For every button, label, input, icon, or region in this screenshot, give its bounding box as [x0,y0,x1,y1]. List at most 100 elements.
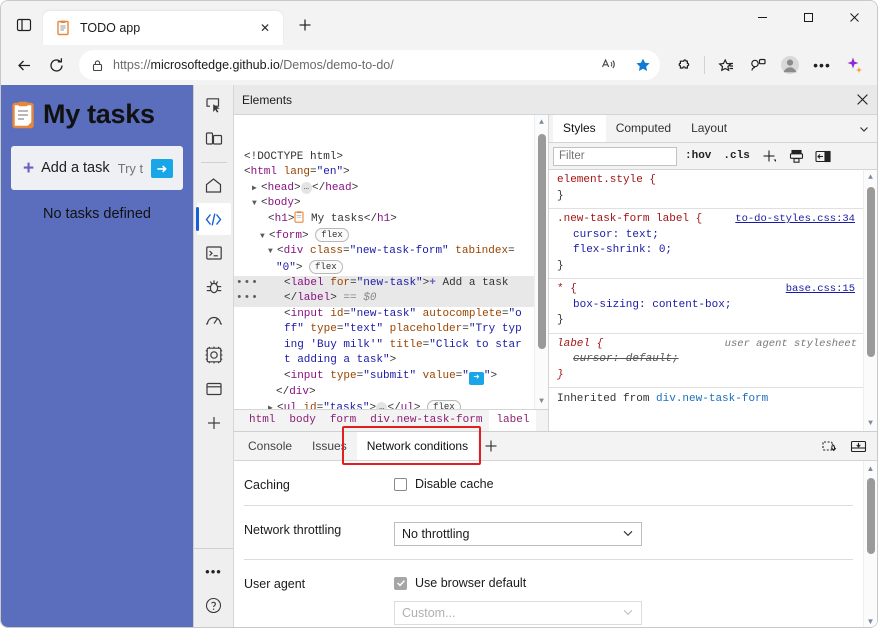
styles-tab-styles[interactable]: Styles [553,115,606,142]
element-classes-cls-button[interactable]: .cls [719,150,753,162]
favorite-star-icon[interactable] [630,52,656,78]
new-task-label[interactable]: + Add a task [23,159,110,178]
dom-node-line[interactable]: <h1> My tasks</h1> [234,211,548,227]
dom-node-line[interactable]: <input id="new-task" autocomplete="o [234,307,548,322]
checkbox-input[interactable] [394,477,407,491]
checkbox-row[interactable]: Use browser default [394,576,853,590]
expand-triangle-closed-icon[interactable]: ▶ [268,401,277,409]
drawer-scroll-down-arrow[interactable]: ▼ [867,614,875,627]
styles-scroll-track[interactable] [864,185,877,416]
styles-scroll-down-arrow[interactable]: ▼ [868,416,873,431]
drawer-tab-network-conditions[interactable]: Network conditions [356,432,479,460]
style-rule[interactable]: .new-task-form label { to-do-styles.css:3… [549,209,877,279]
settings-more-icon[interactable]: ••• [807,50,837,80]
new-tab-button[interactable] [291,11,319,39]
flex-badge[interactable]: flex [309,259,343,274]
maximize-button[interactable] [785,1,831,33]
style-rule-selector[interactable]: label { [557,338,603,350]
style-rule[interactable]: label {user agent stylesheet cursor: defa… [549,334,877,388]
tab-close-icon[interactable]: ✕ [255,18,275,38]
style-declaration[interactable]: box-sizing: content-box; [557,298,869,314]
dom-node-line[interactable]: t adding a task"> [234,353,548,368]
welcome-home-icon[interactable] [197,169,231,201]
style-rule-source-link[interactable]: to-do-styles.css:34 [735,212,855,228]
breadcrumb-item[interactable]: body [282,410,322,431]
style-declaration[interactable]: cursor: text; [557,228,869,244]
profile-icon[interactable] [775,50,805,80]
dom-node-line[interactable]: ing 'Buy milk'" title="Click to star [234,338,548,353]
dom-node-line[interactable]: <input type="submit" value=" ➜ "> [234,369,548,385]
checkbox-row[interactable]: Disable cache [394,477,853,491]
style-rule-selector[interactable]: element.style { [557,174,656,186]
devtools-close-icon[interactable] [847,85,877,114]
dom-node-line[interactable]: ▼ <div class="new-task-form" tabindex= [234,244,548,259]
checkbox-input[interactable] [394,576,407,590]
print-styles-icon[interactable] [785,145,808,167]
breadcrumb-item[interactable]: label [489,410,537,431]
styles-tab-computed[interactable]: Computed [606,115,681,142]
styles-scrollbar[interactable]: ▲ ▼ [863,170,877,431]
styles-scroll-thumb[interactable] [867,187,875,357]
new-task-form[interactable]: + Add a task ➜ [11,146,183,190]
new-task-input[interactable] [115,159,145,177]
submit-task-button[interactable]: ➜ [151,158,173,178]
help-icon[interactable] [197,589,231,621]
dom-node-line[interactable]: ▶ <ul id="tasks">… </ul> flex [234,399,548,409]
style-rule-selector[interactable]: .new-task-form label { [557,213,702,225]
drawer-tab-console[interactable]: Console [238,432,302,460]
network-condition-select[interactable]: No throttling [394,522,642,546]
scroll-up-arrow[interactable]: ▲ [539,115,544,130]
browser-tab[interactable]: TODO app ✕ [43,11,283,45]
minimize-button[interactable] [739,1,785,33]
inherited-selector[interactable]: div.new-task-form [656,393,768,405]
style-rule-source-link[interactable]: base.css:15 [786,282,855,298]
dom-node-line[interactable]: ▼ <body> [234,196,548,211]
expand-triangle-closed-icon[interactable]: ▶ [252,181,261,196]
elements-panel-icon[interactable] [195,203,231,235]
style-rule-selector[interactable]: * { [557,283,577,295]
dom-node-line[interactable]: ff" type="text" placeholder="Try typ [234,322,548,337]
dom-node-line[interactable]: <html lang="en"> [234,165,548,180]
style-rule[interactable]: element.style {} [549,170,877,209]
breadcrumb-item[interactable]: html [242,410,282,431]
scroll-track[interactable] [535,130,548,394]
drawer-scrollbar[interactable]: ▲ ▼ [863,461,877,627]
drawer-scroll-thumb[interactable] [867,478,875,554]
style-rule[interactable]: * {base.css:15 box-sizing: content-box;} [549,279,877,334]
extensions-icon[interactable] [668,50,698,80]
read-aloud-icon[interactable] [596,52,622,78]
dom-node-line[interactable]: ▶ <head>… </head> [234,181,548,196]
customize-devtools-icon[interactable]: ••• [197,555,231,587]
more-tabs-chevron-down-icon[interactable] [851,123,877,135]
dom-node-line[interactable]: </div> [234,385,548,400]
refresh-button[interactable] [41,50,71,80]
drawer-add-tab-plus-icon[interactable] [478,432,504,460]
collapsed-children-icon[interactable]: … [300,181,313,194]
sources-debugger-icon[interactable] [197,271,231,303]
breadcrumb-item[interactable]: form [323,410,363,431]
drawer-scroll-up-arrow[interactable]: ▲ [867,461,875,476]
split-screen-icon[interactable] [743,50,773,80]
expand-triangle-open-icon[interactable]: ▼ [268,244,277,259]
new-style-rule-plus-icon[interactable] [758,145,781,167]
styles-scroll-up-arrow[interactable]: ▲ [868,170,873,185]
device-emulation-icon[interactable] [197,123,231,155]
styles-rules-list[interactable]: element.style {} .new-task-form label { to… [549,170,877,431]
back-button[interactable] [9,50,39,80]
inspect-element-icon[interactable] [197,89,231,121]
styles-tab-layout[interactable]: Layout [681,115,737,142]
force-state-hov-button[interactable]: :hov [681,150,715,162]
dom-node-line[interactable]: ▼ <form> flex [234,227,548,244]
network-panel-icon[interactable] [197,305,231,337]
style-declaration[interactable]: cursor: default; [557,352,869,368]
scroll-down-arrow[interactable]: ▼ [539,394,544,409]
style-declaration[interactable]: flex-shrink: 0; [557,243,869,259]
toggle-sidebar-icon[interactable] [812,145,835,167]
dom-tree-scrollbar[interactable]: ▲ ▼ [534,115,548,409]
dom-node-line[interactable]: ••• <label for="new-task">+ Add a task [234,276,548,292]
address-bar[interactable]: https://microsoftedge.github.io/Demos/de… [79,50,660,80]
dom-node-line[interactable]: <!DOCTYPE html> [234,150,548,165]
dom-tree[interactable]: <!DOCTYPE html> <html lang="en"> ▶ <head>… <… [234,115,548,409]
restore-drawer-icon[interactable] [817,434,843,458]
close-window-button[interactable] [831,1,877,33]
